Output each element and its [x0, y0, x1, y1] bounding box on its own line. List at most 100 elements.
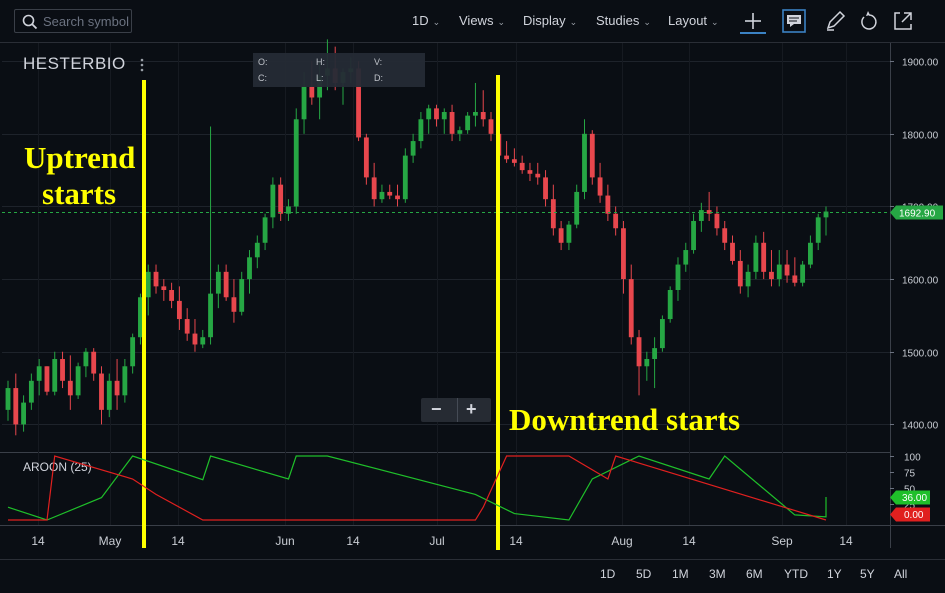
candle: [441, 108, 447, 134]
time-tick-label: May: [99, 534, 122, 548]
candle: [636, 329, 642, 396]
candle: [675, 257, 681, 301]
candle: [130, 333, 136, 374]
candle-body: [301, 86, 307, 120]
price-tick-label: 1900.00: [902, 58, 939, 69]
range-button-1y[interactable]: 1Y: [827, 567, 842, 581]
candle: [745, 264, 751, 298]
candle: [488, 112, 494, 142]
candle: [239, 271, 245, 316]
range-button-3m[interactable]: 3M: [709, 567, 726, 581]
candle: [192, 319, 198, 352]
chart-app: Search symbol 1D ⌄ Views ⌄ Display ⌄ Studie…: [0, 0, 945, 593]
last-price-label: 1692.90: [899, 209, 936, 220]
candle-body: [184, 319, 190, 334]
candle-body: [574, 191, 580, 225]
candle-body: [176, 300, 182, 320]
candle-body: [745, 271, 751, 287]
candle: [737, 250, 743, 294]
candle: [698, 202, 704, 232]
candle: [28, 373, 34, 410]
uptrend-annotation: Uptrend starts: [24, 140, 135, 212]
candle-body: [504, 155, 510, 160]
zoom-in-button[interactable]: +: [466, 399, 477, 420]
candle-body: [761, 242, 767, 272]
aroon-up-value: 36.00: [902, 493, 927, 504]
candle-body: [387, 191, 393, 196]
candle: [176, 286, 182, 330]
time-tick-label: 14: [171, 534, 185, 548]
candle: [36, 359, 42, 396]
candle: [558, 220, 564, 251]
candle-body: [511, 159, 517, 163]
range-button-ytd[interactable]: YTD: [784, 567, 808, 581]
candle-body: [441, 112, 447, 120]
candle-body: [691, 220, 696, 251]
candle: [200, 329, 206, 349]
candle-body: [449, 112, 455, 134]
candle-body: [683, 250, 689, 265]
price-axis: 1900.001800.001700.001600.001500.001400.…: [890, 58, 943, 432]
more-options-icon[interactable]: [138, 58, 146, 72]
candle: [504, 141, 510, 163]
candle: [13, 373, 19, 436]
time-tick-label: Sep: [771, 534, 793, 548]
candle: [293, 108, 299, 214]
candle: [823, 206, 829, 236]
candle-body: [675, 264, 681, 290]
candle-body: [706, 210, 712, 214]
aroon-label: AROON (25): [23, 460, 92, 474]
candle: [371, 162, 377, 207]
candle: [387, 184, 393, 200]
candle-body: [114, 380, 120, 396]
candle: [418, 112, 424, 149]
open-label: O:: [258, 57, 268, 67]
candle-body: [465, 115, 471, 131]
candle: [161, 279, 167, 301]
candle-body: [21, 402, 26, 425]
zoom-out-button[interactable]: −: [431, 399, 442, 420]
candle: [535, 162, 541, 185]
candle-body: [628, 279, 634, 338]
range-button-1m[interactable]: 1M: [672, 567, 689, 581]
range-button-all[interactable]: All: [894, 567, 907, 581]
candle-body: [130, 337, 136, 367]
candle-body: [161, 286, 167, 290]
time-tick-label: 14: [509, 534, 523, 548]
candle: [628, 264, 634, 345]
range-button-1d[interactable]: 1D: [600, 567, 615, 581]
price-chart[interactable]: 1900.001800.001700.001600.001500.001400.…: [0, 0, 945, 593]
candle-body: [247, 257, 252, 280]
aroon-down-line: [8, 455, 827, 521]
candle-body: [293, 119, 299, 207]
candle-body: [800, 264, 806, 283]
candle: [652, 337, 658, 389]
candle-body: [488, 119, 494, 134]
symbol-name[interactable]: HESTERBIO: [23, 54, 126, 74]
time-axis: 14 May 14 Jun 14 Jul 14 Aug 14 Sep 14: [31, 534, 853, 548]
range-button-6m[interactable]: 6M: [746, 567, 763, 581]
candle: [574, 184, 580, 229]
aroon-down-value: 0.00: [904, 510, 924, 521]
candle: [410, 133, 416, 163]
downtrend-annotation: Downtrend starts: [509, 402, 741, 437]
ohlc-readout: O: H: V: C: L: D:: [253, 53, 425, 87]
candle: [395, 184, 400, 207]
range-button-5d[interactable]: 5D: [636, 567, 651, 581]
zoom-divider: [457, 398, 458, 422]
candle: [613, 206, 619, 236]
candle: [722, 220, 728, 251]
candle-body: [434, 108, 439, 120]
time-tick-label: 14: [682, 534, 696, 548]
candle: [286, 199, 291, 221]
candle-body: [426, 108, 432, 120]
candle-body: [67, 380, 73, 396]
candle: [543, 170, 548, 207]
candle: [644, 351, 650, 381]
candle-body: [192, 333, 198, 345]
candle: [761, 231, 767, 280]
candlestick-series: [2, 39, 890, 550]
range-button-5y[interactable]: 5Y: [860, 567, 875, 581]
candle-body: [535, 173, 541, 178]
candle-body: [44, 366, 50, 392]
